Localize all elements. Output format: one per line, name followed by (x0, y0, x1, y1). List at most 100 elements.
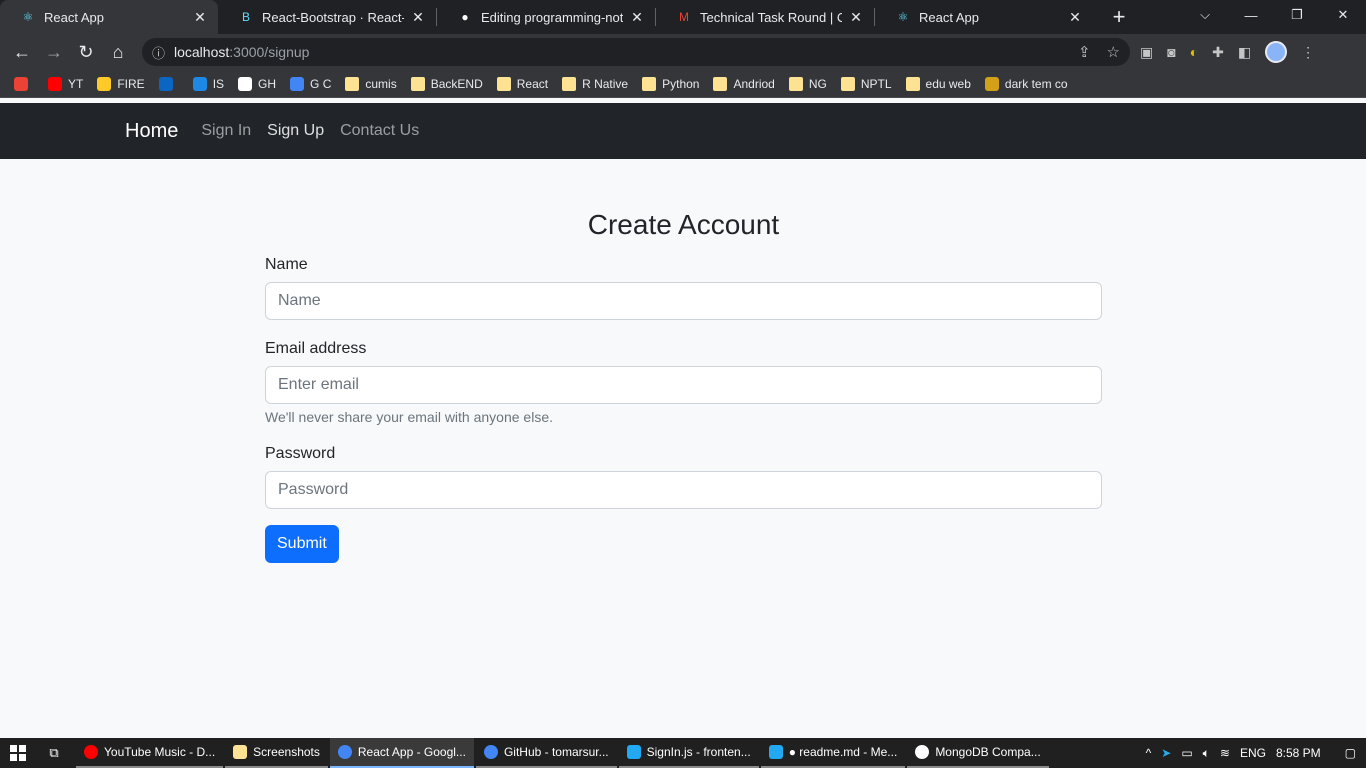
nav-link-sign-up[interactable]: Sign Up (267, 122, 324, 140)
taskbar-app[interactable]: GitHub - tomarsur... (475, 738, 617, 768)
signup-form: Name Email address We'll never share you… (265, 256, 1102, 563)
nav-link-contact-us[interactable]: Contact Us (340, 122, 419, 140)
menu-kebab-icon[interactable]: ⋮ (1301, 44, 1315, 61)
taskbar-app-list: YouTube Music - D... Screenshots React App… (76, 738, 1051, 768)
vscode-icon (768, 745, 783, 759)
bookmark-label: cumis (365, 76, 397, 91)
bookmark-label: R Native (582, 76, 629, 91)
cast-icon[interactable]: ▣ (1140, 44, 1153, 61)
camera-icon[interactable]: ◙ (1167, 44, 1175, 60)
browser-tab[interactable]: ● Editing programming-notes/ ✕ (437, 0, 655, 34)
browser-tab[interactable]: ⚛ React App ✕ (0, 0, 218, 34)
address-bar[interactable]: ⓘ localhost:3000/signup ⇪ ☆ (142, 38, 1130, 66)
gmail-icon: M (679, 10, 689, 24)
task-view-icon[interactable]: ⧉ (36, 738, 72, 768)
bookmark-item[interactable]: G C (290, 76, 332, 91)
new-tab-button[interactable]: + (1103, 0, 1135, 34)
bookmarks-bar: YT FIRE IS GH G C cumis BackEND React R Native Py… (0, 70, 1366, 98)
taskbar-app-label: MongoDB Compa... (935, 745, 1041, 759)
bookmark-item[interactable]: Andriod (713, 76, 775, 91)
name-input[interactable] (265, 282, 1102, 320)
email-label: Email address (265, 340, 367, 357)
folder-icon (840, 76, 855, 91)
bookmark-item[interactable]: Python (642, 76, 699, 91)
notifications-icon[interactable]: ▢ (1345, 746, 1356, 760)
bookmark-star-icon[interactable]: ☆ (1107, 43, 1120, 61)
start-button[interactable] (0, 738, 36, 768)
tab-close-icon[interactable]: ✕ (410, 9, 426, 26)
bookmark-item[interactable]: NG (788, 76, 827, 91)
firebase-icon (97, 76, 112, 91)
bookmark-item[interactable]: NPTL (840, 76, 892, 91)
back-icon[interactable]: ← (6, 36, 38, 68)
nav-brand-home[interactable]: Home (125, 120, 178, 143)
profile-avatar[interactable] (1265, 41, 1288, 63)
tab-close-icon[interactable]: ✕ (629, 9, 645, 26)
windows-logo-icon (10, 745, 26, 761)
bookmark-item[interactable]: FIRE (97, 76, 145, 91)
tab-title: Editing programming-notes/ (481, 9, 623, 25)
telegram-icon[interactable]: ➤ (1161, 746, 1171, 760)
nav-link-sign-in[interactable]: Sign In (201, 122, 251, 140)
taskbar-app[interactable]: Screenshots (225, 738, 328, 768)
battery-icon[interactable]: ▭ (1181, 746, 1192, 760)
clock[interactable]: 8:58 PM (1276, 746, 1321, 760)
email-input[interactable] (265, 366, 1102, 404)
language-indicator[interactable]: ENG (1240, 746, 1266, 760)
folder-icon (345, 76, 360, 91)
bookmark-item[interactable] (158, 76, 179, 91)
browser-tab[interactable]: ⚛ React App ✕ (875, 0, 1093, 34)
forward-icon[interactable]: → (38, 36, 70, 68)
bookmark-item[interactable]: GH (238, 76, 276, 91)
bookmark-item[interactable]: R Native (562, 76, 629, 91)
wifi-icon[interactable]: ≋ (1220, 746, 1230, 760)
bookmark-item[interactable]: React (496, 76, 549, 91)
tab-close-icon[interactable]: ✕ (848, 9, 864, 26)
bookmark-label: React (516, 76, 549, 91)
tab-close-icon[interactable]: ✕ (1067, 9, 1083, 26)
tray-overflow-icon[interactable]: ^ (1146, 746, 1152, 760)
extensions-puzzle-icon[interactable]: ✚ (1212, 44, 1224, 61)
restore-button[interactable]: ❐ (1274, 0, 1320, 30)
bookmark-item[interactable]: IS (192, 76, 224, 91)
submit-button[interactable]: Submit (265, 525, 339, 563)
calendar-icon (290, 76, 305, 91)
github-icon: ● (461, 10, 469, 24)
bookmark-item[interactable]: YT (48, 76, 84, 91)
youtube-music-icon (84, 745, 98, 759)
bookmark-label: YT (68, 76, 84, 91)
taskbar-app[interactable]: MongoDB Compa... (907, 738, 1049, 768)
dark-mode-icon[interactable]: ◐ (1190, 44, 1198, 60)
theme-icon (984, 76, 999, 91)
bookmark-item[interactable]: BackEND (410, 76, 483, 91)
home-icon[interactable]: ⌂ (102, 36, 134, 68)
password-input[interactable] (265, 471, 1102, 509)
close-window-button[interactable]: ✕ (1320, 0, 1366, 30)
taskbar-app[interactable]: YouTube Music - D... (76, 738, 224, 768)
volume-icon[interactable]: 🔈︎ (1203, 746, 1210, 761)
tab-close-icon[interactable]: ✕ (192, 9, 208, 26)
address-path: :3000/signup (229, 44, 310, 60)
bookmark-item[interactable]: dark tem co (984, 76, 1068, 91)
browser-tab[interactable]: B React-Bootstrap · React-Boot ✕ (218, 0, 436, 34)
bookmark-label: G C (310, 76, 332, 91)
reload-icon[interactable]: ↻ (70, 36, 102, 68)
tab-list: ⚛ React App ✕ B React-Bootstrap · React-Boot… (0, 0, 1093, 34)
share-icon[interactable]: ⇪ (1078, 43, 1091, 61)
tab-title: React App (919, 9, 979, 25)
bookmark-item[interactable]: cumis (345, 76, 397, 91)
tab-search-icon[interactable]: ⌵ (1182, 0, 1228, 30)
browser-tab[interactable]: M Technical Task Round | Chanc ✕ (656, 0, 874, 34)
minimize-button[interactable]: — (1228, 0, 1274, 30)
bookmark-item[interactable] (14, 76, 34, 91)
taskbar-app[interactable]: React App - Googl... (329, 738, 474, 768)
chrome-icon (483, 745, 498, 759)
bookmark-item[interactable]: edu web (905, 76, 971, 91)
site-info-icon[interactable]: ⓘ (152, 43, 174, 62)
side-panel-icon[interactable]: ◧ (1238, 44, 1251, 61)
folder-icon (233, 745, 248, 759)
taskbar-app[interactable]: ● readme.md - Me... (760, 738, 906, 768)
folder-icon (410, 76, 425, 91)
taskbar-app[interactable]: SignIn.js - fronten... (618, 738, 759, 768)
folder-icon (562, 76, 577, 91)
